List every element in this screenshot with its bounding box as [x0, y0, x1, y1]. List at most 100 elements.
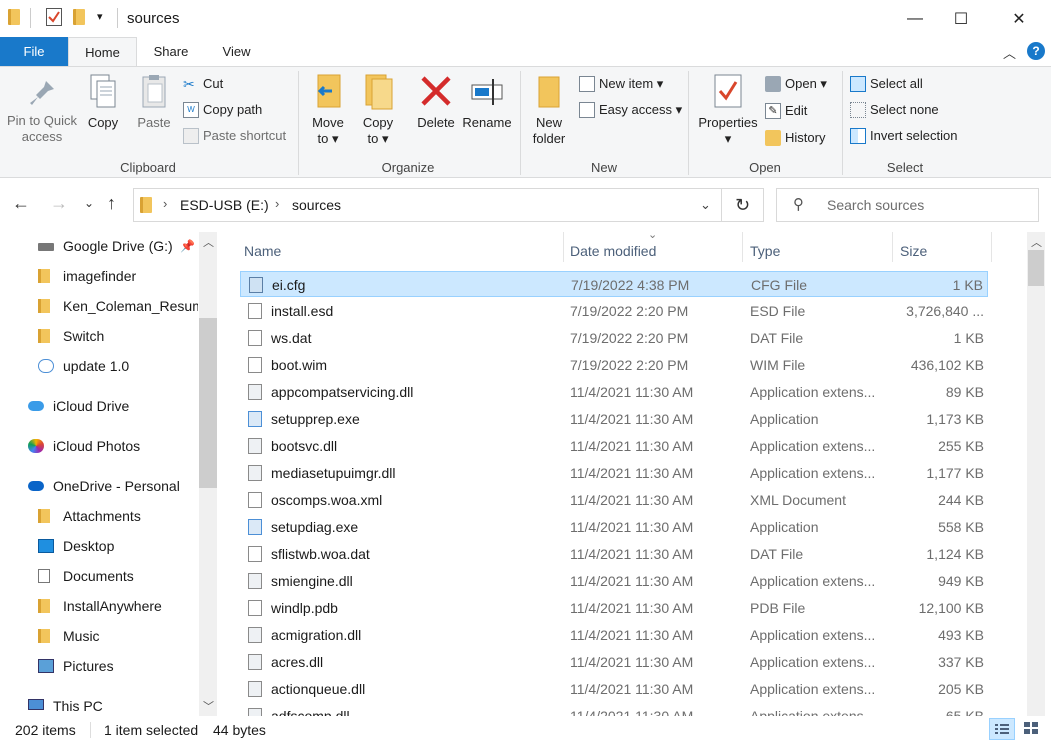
nav-item[interactable]: Desktop [0, 532, 198, 560]
new-folder-quick-icon[interactable] [73, 9, 85, 25]
file-row[interactable]: boot.wim 7/19/2022 2:20 PM WIM File 436,102… [240, 352, 988, 378]
address-dropdown-chevron-icon[interactable]: ⌄ [700, 197, 711, 213]
file-row[interactable]: acmigration.dll 11/4/2021 11:30 AM Applica… [240, 622, 988, 648]
paste-button[interactable]: Paste [132, 73, 176, 131]
column-header-date[interactable]: Date modified [570, 236, 656, 266]
file-name: mediasetupuimgr.dll [271, 465, 396, 481]
nav-item[interactable]: Documents [0, 562, 198, 590]
breadcrumb-separator-icon: › [275, 196, 280, 211]
address-bar[interactable]: › ESD-USB (E:) › sources ⌄ [133, 188, 722, 222]
nav-item[interactable]: Attachments [0, 502, 198, 530]
tab-home[interactable]: Home [68, 37, 137, 66]
file-row[interactable]: install.esd 7/19/2022 2:20 PM ESD File 3,72… [240, 298, 988, 324]
nav-item[interactable]: update 1.0 [0, 352, 198, 380]
nav-item[interactable]: This PC [0, 692, 198, 716]
file-date: 7/19/2022 2:20 PM [570, 357, 689, 373]
nav-item[interactable]: Pictures [0, 652, 198, 680]
nav-item[interactable]: iCloud Drive [0, 392, 198, 420]
file-row[interactable]: setupdiag.exe 11/4/2021 11:30 AM Applicati… [240, 514, 988, 540]
nav-item-label: Desktop [63, 538, 115, 554]
breadcrumb-drive[interactable]: ESD-USB (E:) [180, 197, 269, 213]
file-row[interactable]: appcompatservicing.dll 11/4/2021 11:30 AM… [240, 379, 988, 405]
select-none-button[interactable]: Select none [850, 99, 939, 121]
nav-item-label: update 1.0 [63, 358, 130, 374]
new-item-button[interactable]: New item ▾ [579, 73, 663, 95]
copy-icon [90, 74, 116, 108]
nav-item[interactable]: OneDrive - Personal [0, 472, 198, 500]
maximize-button[interactable]: ☐ [938, 0, 984, 37]
tab-file[interactable]: File [0, 37, 68, 66]
rename-button[interactable]: Rename [462, 73, 512, 131]
invert-selection-button[interactable]: Invert selection [850, 125, 957, 147]
help-icon[interactable]: ? [1027, 42, 1045, 60]
properties-quick-icon[interactable] [46, 8, 62, 26]
column-header-type[interactable]: Type [750, 236, 780, 266]
file-icon [248, 573, 262, 589]
forward-arrow-icon[interactable]: → [50, 193, 68, 214]
up-arrow-icon[interactable]: ↑ [107, 193, 116, 214]
column-header-name[interactable]: Name [244, 236, 281, 266]
recent-locations-chevron-icon[interactable]: ⌄ [84, 196, 94, 210]
file-row[interactable]: acres.dll 11/4/2021 11:30 AM Application e… [240, 649, 988, 675]
file-row[interactable]: adfscomp.dll 11/4/2021 11:30 AM Applicatio… [240, 703, 988, 716]
details-view-icon[interactable] [989, 718, 1015, 740]
nav-item[interactable]: imagefinder [0, 262, 198, 290]
nav-scroll-thumb[interactable] [199, 318, 217, 488]
customize-quick-access-icon[interactable]: ▾ [97, 10, 103, 23]
file-list-scrollbar[interactable]: ︿ [1027, 232, 1045, 716]
scroll-down-icon[interactable]: ﹀ [203, 698, 214, 714]
edit-button[interactable]: ✎ Edit [765, 100, 807, 122]
file-list-scroll-thumb[interactable] [1028, 250, 1044, 286]
nav-item[interactable]: InstallAnywhere [0, 592, 198, 620]
pin-to-quick-access-button[interactable]: Pin to Quick access [4, 73, 80, 145]
copy-path-button[interactable]: W Copy path [183, 99, 262, 121]
nav-item[interactable]: iCloud Photos [0, 432, 198, 460]
file-row[interactable]: mediasetupuimgr.dll 11/4/2021 11:30 AM App… [240, 460, 988, 486]
file-size: 89 KB [945, 384, 984, 400]
file-size: 255 KB [938, 438, 984, 454]
nav-item[interactable]: Music [0, 622, 198, 650]
file-row[interactable]: oscomps.woa.xml 11/4/2021 11:30 AM XML Doc… [240, 487, 988, 513]
open-button[interactable]: Open ▾ [765, 73, 827, 95]
collapse-ribbon-icon[interactable]: ︿ [1003, 43, 1016, 62]
file-row[interactable]: ws.dat 7/19/2022 2:20 PM DAT File 1 KB [240, 325, 988, 351]
file-row[interactable]: smiengine.dll 11/4/2021 11:30 AM Applicati… [240, 568, 988, 594]
scroll-up-icon[interactable]: ︿ [1031, 234, 1042, 250]
copy-button[interactable]: Copy [82, 73, 124, 131]
file-row[interactable]: setupprep.exe 11/4/2021 11:30 AM Applicati… [240, 406, 988, 432]
nav-item[interactable]: Switch [0, 322, 198, 350]
column-header-size[interactable]: Size [900, 236, 927, 266]
select-all-button[interactable]: Select all [850, 73, 923, 95]
tab-share[interactable]: Share [137, 37, 205, 66]
file-row[interactable]: bootsvc.dll 11/4/2021 11:30 AM Application… [240, 433, 988, 459]
close-button[interactable]: ✕ [996, 0, 1042, 37]
large-icons-view-icon[interactable] [1019, 718, 1045, 740]
refresh-button[interactable]: ↻ [722, 188, 764, 222]
file-size: 1 KB [953, 330, 984, 346]
file-row[interactable]: sflistwb.woa.dat 11/4/2021 11:30 AM DAT Fi… [240, 541, 988, 567]
tab-view[interactable]: View [205, 37, 268, 66]
paste-shortcut-button[interactable]: Paste shortcut [183, 125, 286, 147]
history-button[interactable]: History [765, 127, 825, 149]
item-count: 202 items [15, 722, 76, 738]
minimize-button[interactable]: — [892, 0, 938, 37]
nav-item[interactable]: Ken_Coleman_Resume [0, 292, 198, 320]
breadcrumb-sources[interactable]: sources [292, 197, 341, 213]
properties-button[interactable]: Properties ▾ [694, 73, 762, 147]
nav-item-label: Documents [63, 568, 134, 584]
nav-item[interactable]: Google Drive (G:) 📌 [0, 232, 198, 260]
scroll-up-icon[interactable]: ︿ [203, 234, 214, 250]
new-folder-button[interactable]: New folder [527, 73, 571, 147]
copy-to-button[interactable]: Copy to ▾ [357, 73, 399, 147]
delete-button[interactable]: Delete [414, 73, 458, 131]
move-to-button[interactable]: Move to ▾ [307, 73, 349, 147]
file-row[interactable]: ei.cfg 7/19/2022 4:38 PM CFG File 1 KB [240, 271, 988, 297]
drive-icon [38, 243, 54, 251]
file-date: 11/4/2021 11:30 AM [570, 465, 694, 481]
search-input[interactable]: ⚲ Search sources [776, 188, 1039, 222]
file-row[interactable]: actionqueue.dll 11/4/2021 11:30 AM Applica… [240, 676, 988, 702]
file-row[interactable]: windlp.pdb 11/4/2021 11:30 AM PDB File 12,1… [240, 595, 988, 621]
cut-button[interactable]: ✂ Cut [183, 73, 223, 95]
easy-access-button[interactable]: Easy access ▾ [579, 99, 682, 121]
back-arrow-icon[interactable]: ← [12, 193, 30, 214]
